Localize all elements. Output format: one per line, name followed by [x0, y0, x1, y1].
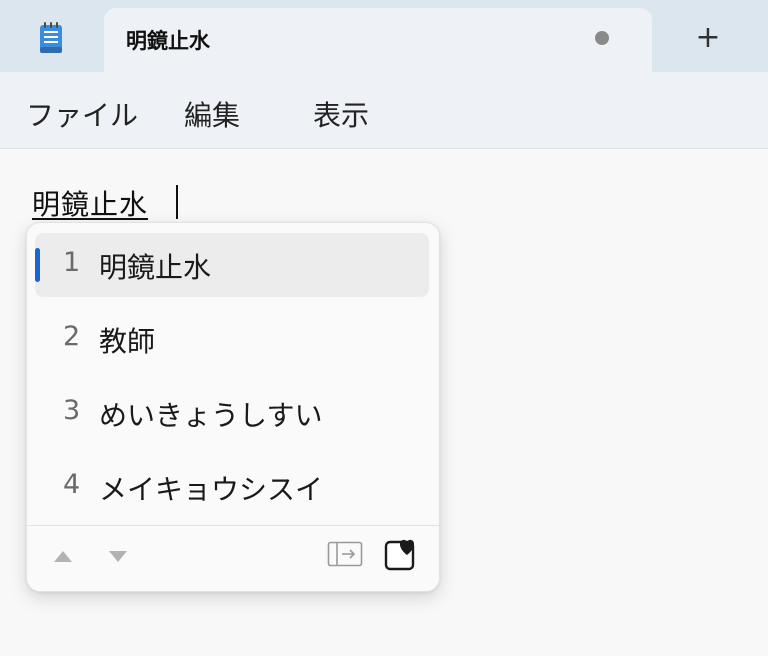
candidate-item[interactable]: 4 メイキョウシスイ — [35, 455, 429, 519]
menu-edit[interactable]: 編集 — [184, 94, 240, 134]
candidate-text: 明鏡止水 — [99, 251, 212, 284]
ime-candidate-window: 1 明鏡止水 2 教師 3 めいきょうしすい 4 メイキョウシスイ — [26, 222, 440, 592]
text-caret — [176, 185, 178, 219]
menu-bar: ファイル 編集 表示 — [0, 72, 768, 149]
candidate-number: 3 — [63, 395, 81, 426]
menu-file[interactable]: ファイル — [26, 94, 138, 134]
candidate-text: 教師 — [99, 325, 156, 358]
expand-panel-icon — [327, 541, 363, 571]
candidate-item[interactable]: 3 めいきょうしすい — [35, 381, 429, 445]
new-tab-button[interactable]: + — [688, 18, 728, 58]
candidate-number: 2 — [63, 321, 81, 352]
page-up-button[interactable] — [46, 539, 80, 573]
candidate-text: めいきょうしすい — [99, 399, 323, 432]
unsaved-dot-icon[interactable] — [595, 31, 609, 45]
candidate-item[interactable]: 1 明鏡止水 — [35, 233, 429, 297]
emoji-favorite-icon — [383, 536, 419, 576]
candidate-number: 4 — [63, 469, 81, 500]
arrow-down-icon — [109, 550, 127, 562]
ime-divider — [27, 525, 439, 526]
emoji-favorite-button[interactable] — [384, 539, 418, 573]
page-down-button[interactable] — [101, 539, 135, 573]
tab-title: 明鏡止水 — [126, 29, 210, 53]
title-bar: 明鏡止水 + — [0, 0, 768, 74]
composition-text: 明鏡止水 — [32, 188, 149, 221]
selection-indicator — [35, 248, 40, 282]
expand-panel-button[interactable] — [327, 539, 363, 573]
document-tab[interactable]: 明鏡止水 — [104, 8, 652, 74]
candidate-number: 1 — [63, 247, 81, 278]
arrow-up-icon — [54, 550, 72, 562]
notepad-icon[interactable] — [38, 22, 64, 54]
menu-view[interactable]: 表示 — [313, 94, 369, 134]
candidate-item[interactable]: 2 教師 — [35, 307, 429, 371]
candidate-text: メイキョウシスイ — [99, 473, 324, 506]
